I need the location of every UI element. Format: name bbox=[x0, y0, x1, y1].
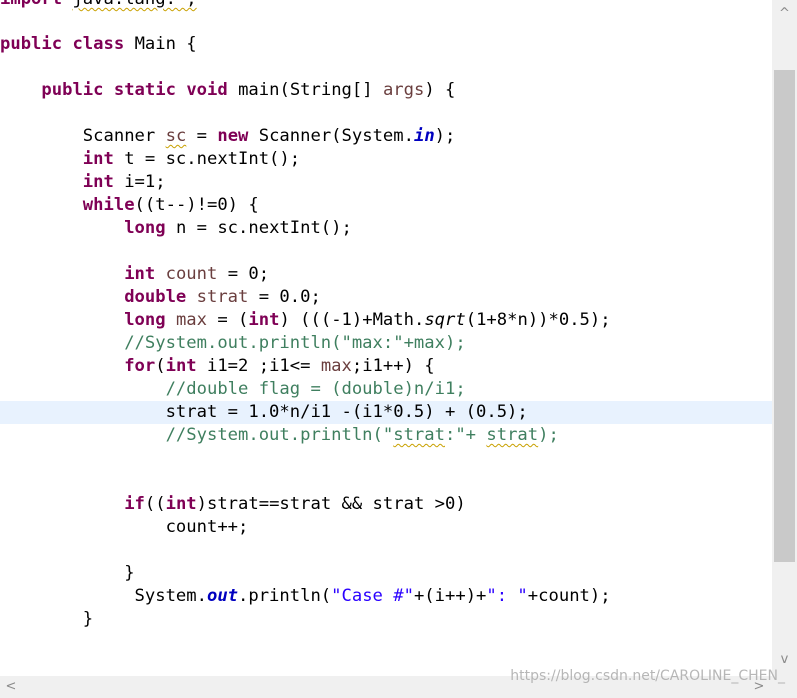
vertical-scroll-thumb[interactable] bbox=[774, 70, 795, 562]
scroll-up-arrow-icon[interactable]: ^ bbox=[772, 0, 797, 28]
code-line-strat-assign-current: strat = 1.0*n/i1 -(i1*0.5) + (0.5); bbox=[0, 401, 772, 424]
vertical-scrollbar[interactable]: ^ v bbox=[772, 0, 797, 676]
code-line-while: while((t--)!=0) { bbox=[82, 195, 259, 215]
code-line-import: import java.lang.*; bbox=[0, 0, 772, 11]
code-line-for: for(int i1=2 ;i1<= max;i1++) { bbox=[124, 356, 435, 376]
code-line-strat-decl: double strat = 0.0; bbox=[124, 287, 321, 307]
code-line-int-t: int t = sc.nextInt(); bbox=[82, 149, 301, 169]
code-line-if: if((int)strat==strat && strat >0) bbox=[124, 494, 466, 514]
code-line-max-decl: long max = (int) (((-1)+Math.sqrt(1+8*n)… bbox=[124, 310, 611, 330]
code-line-main: public static void main(String[] args) { bbox=[41, 80, 456, 100]
code-editor[interactable]: import java.lang.*; public class Main { … bbox=[0, 0, 772, 676]
code-line-scanner: Scanner sc = new Scanner(System.in); bbox=[82, 126, 456, 146]
code-line-count-inc: count++; bbox=[165, 517, 249, 537]
code-line-close-for: } bbox=[124, 563, 135, 583]
scroll-left-arrow-icon[interactable]: < bbox=[0, 676, 22, 698]
code-line-println: System.out.println("Case #"+(i++)+": "+c… bbox=[134, 586, 611, 606]
code-line-class: public class Main { bbox=[0, 34, 197, 54]
code-line-long-n: long n = sc.nextInt(); bbox=[124, 218, 352, 238]
code-line-comment-max: //System.out.println("max:"+max); bbox=[124, 333, 466, 353]
code-line-comment-strat: //System.out.println("strat:"+ strat); bbox=[165, 425, 559, 445]
code-line-comment-flag: //double flag = (double)n/i1; bbox=[165, 379, 466, 399]
code-line-count-decl: int count = 0; bbox=[124, 264, 270, 284]
watermark: https://blog.csdn.net/CAROLINE_CHEN_ bbox=[510, 668, 785, 684]
code-line-int-i: int i=1; bbox=[82, 172, 166, 192]
code-line-close-while: } bbox=[82, 609, 94, 629]
